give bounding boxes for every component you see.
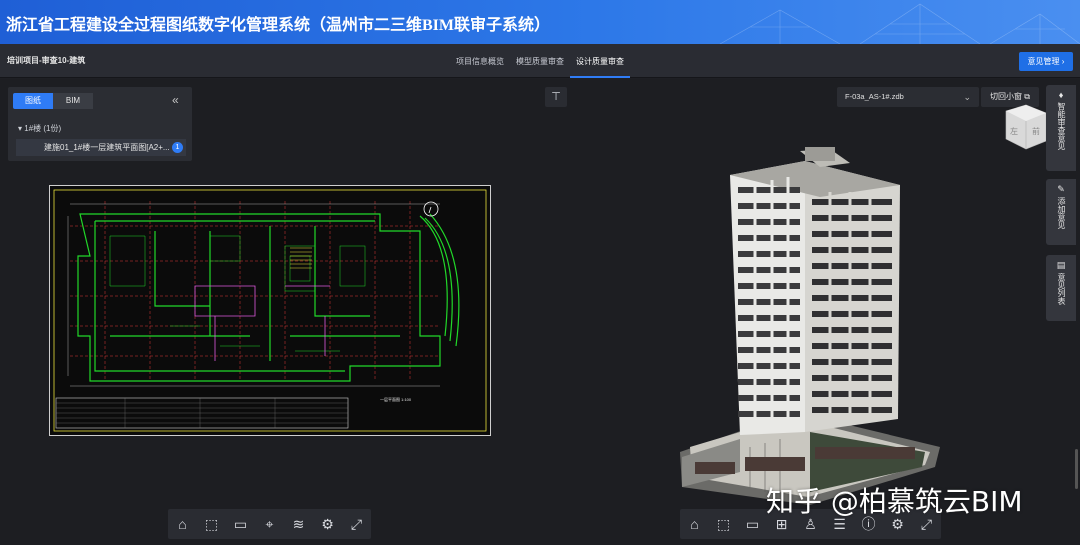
chevron-down-icon: ⌄ — [963, 92, 971, 102]
model-file-name: F-03a_AS-1#.zdb — [845, 92, 904, 101]
top-navbar: 培训项目-审查10-建筑 项目信息概览 模型质量审查 设计质量审查 意见管理 › — [0, 44, 1080, 78]
list-icon: ▤ — [1056, 260, 1066, 270]
toggle-bim[interactable]: BIM — [53, 93, 93, 109]
tree-structure-icon[interactable]: ⊤ — [545, 87, 567, 107]
view-cube[interactable]: 左 前 — [1002, 101, 1048, 151]
collapse-icon[interactable]: « — [172, 93, 179, 107]
drawing-list-panel: 图纸 BIM « ▾ 1#楼 (1份) 建施01_1#楼一层建筑平面图[A2+.… — [8, 87, 192, 161]
opinion-management-button[interactable]: 意见管理 › — [1019, 52, 1073, 71]
bim-3d-model[interactable] — [670, 147, 950, 507]
layers-icon[interactable]: ≋ — [284, 509, 313, 539]
tree-group[interactable]: ▾ 1#楼 (1份) — [18, 123, 61, 134]
cube-front-label: 前 — [1032, 126, 1040, 136]
pencil-icon: ✎ — [1057, 184, 1065, 194]
home-icon[interactable]: ⌂ — [168, 509, 197, 539]
home-icon[interactable]: ⌂ — [680, 509, 709, 539]
zoom-area-icon[interactable]: ⬚ — [709, 509, 738, 539]
popout-icon: ⧉ — [1024, 92, 1030, 101]
banner-decoration — [719, 3, 1080, 44]
watermark: 知乎 @柏慕筑云BIM — [766, 485, 1023, 518]
model-file-select[interactable]: F-03a_AS-1#.zdb ⌄ — [837, 87, 979, 107]
tab-design-quality[interactable]: 设计质量审查 — [570, 44, 630, 78]
tree-item-drawing[interactable]: 建施01_1#楼一层建筑平面图[A2+... 1 — [16, 139, 186, 156]
add-opinion-button[interactable]: ✎ 添加意见 — [1046, 179, 1076, 245]
opinion-list-label: 意见列表 — [1057, 273, 1066, 305]
nav-tabs: 项目信息概览 模型质量审查 设计质量审查 — [450, 44, 630, 78]
workspace: 图纸 BIM « ▾ 1#楼 (1份) 建施01_1#楼一层建筑平面图[A2+.… — [0, 79, 1080, 545]
opinion-list-button[interactable]: ▤ 意见列表 — [1046, 255, 1076, 321]
app-title: 浙江省工程建设全过程图纸数字化管理系统（温州市二三维BIM联审子系统） — [6, 17, 551, 34]
gear-icon[interactable]: ⚙ — [313, 509, 342, 539]
fullscreen-icon[interactable]: ⤢ — [342, 509, 371, 539]
cube-left-label: 左 — [1010, 126, 1018, 136]
ruler-icon[interactable]: ▭ — [738, 509, 767, 539]
view-toggle: 图纸 BIM — [13, 93, 93, 109]
cad-floor-plan: 一层平面图 1:100 — [53, 189, 487, 432]
ruler-icon[interactable]: ▭ — [226, 509, 255, 539]
count-badge: 1 — [172, 142, 183, 153]
smart-review-button[interactable]: ♦ 智能审查意见 — [1046, 85, 1076, 171]
drawing-toolbar: ⌂ ⬚ ▭ ⌖ ≋ ⚙ ⤢ — [168, 509, 371, 539]
tab-project-info[interactable]: 项目信息概览 — [450, 44, 510, 78]
header-banner: 浙江省工程建设全过程图纸数字化管理系统（温州市二三维BIM联审子系统） — [0, 0, 1080, 44]
drawing-caption: 一层平面图 1:100 — [380, 396, 412, 402]
toggle-drawing[interactable]: 图纸 — [13, 93, 53, 109]
add-opinion-label: 添加意见 — [1057, 197, 1066, 229]
tree-item-label: 建施01_1#楼一层建筑平面图[A2+... — [44, 143, 170, 152]
viewer-scrollbar[interactable] — [1075, 449, 1078, 489]
zoom-area-icon[interactable]: ⬚ — [197, 509, 226, 539]
switch-label: 切回小窗 — [990, 92, 1023, 101]
tab-model-quality[interactable]: 模型质量审查 — [510, 44, 570, 78]
cad-drawing-viewer[interactable]: 一层平面图 1:100 — [49, 185, 491, 436]
locate-icon[interactable]: ⌖ — [255, 509, 284, 539]
project-name: 培训项目-审查10-建筑 — [7, 56, 86, 65]
bulb-icon: ♦ — [1058, 90, 1064, 100]
smart-review-label: 智能审查意见 — [1057, 102, 1066, 150]
